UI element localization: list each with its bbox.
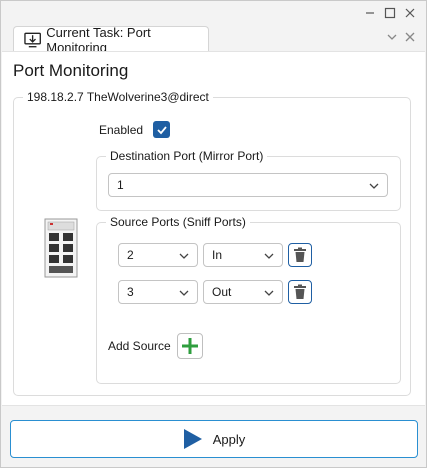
chevron-down-icon [369, 183, 379, 189]
tab-title: Current Task: Port Monitoring [46, 24, 151, 55]
plus-icon [181, 338, 198, 354]
device-group: 198.18.2.7 TheWolverine3@direct Enabled [13, 90, 411, 396]
source-ports-group: Source Ports (Sniff Ports) 2 In 3 Out Ad… [96, 215, 401, 384]
source-port-value: 2 [127, 248, 134, 262]
switch-device-image [44, 218, 78, 283]
chevron-down-icon [264, 290, 274, 296]
destination-port-value: 1 [117, 178, 124, 192]
add-source-button[interactable] [176, 333, 203, 359]
device-label: 198.18.2.7 TheWolverine3@direct [23, 90, 213, 104]
chevron-down-icon[interactable] [386, 31, 398, 43]
source-port-value: 3 [127, 285, 134, 299]
destination-port-legend: Destination Port (Mirror Port) [106, 149, 268, 163]
checkmark-icon [156, 125, 167, 134]
remove-source-button[interactable] [288, 243, 312, 267]
tab-current-task[interactable]: Current Task: Port Monitoring [13, 24, 209, 55]
trash-icon [294, 247, 306, 262]
apply-button[interactable]: Apply [10, 420, 418, 458]
app-window: Current Task: Port Monitoring Port Monit… [0, 0, 427, 468]
trash-icon [294, 284, 306, 299]
source-ports-legend: Source Ports (Sniff Ports) [106, 215, 250, 229]
chevron-down-icon [179, 253, 189, 259]
play-icon [183, 429, 202, 449]
enabled-label: Enabled [99, 122, 144, 137]
task-content: Port Monitoring 198.18.2.7 TheWolverine3… [2, 51, 425, 406]
source-direction-select[interactable]: In [203, 243, 283, 267]
monitor-download-icon [24, 32, 41, 47]
destination-port-group: Destination Port (Mirror Port) 1 [96, 149, 401, 211]
source-direction-value: In [212, 248, 223, 262]
maximize-icon[interactable] [382, 5, 398, 21]
add-source-row: Add Source [108, 333, 203, 359]
enabled-row: Enabled [99, 121, 171, 138]
window-controls [362, 5, 418, 21]
enabled-checkbox[interactable] [153, 121, 171, 138]
add-source-label: Add Source [108, 339, 171, 353]
minimize-icon[interactable] [362, 5, 378, 21]
close-window-icon[interactable] [402, 5, 418, 21]
destination-port-select[interactable]: 1 [108, 173, 388, 197]
page-title: Port Monitoring [13, 61, 129, 80]
source-port-select[interactable]: 2 [118, 243, 198, 267]
apply-label: Apply [212, 431, 246, 447]
tab-actions [386, 31, 416, 43]
chevron-down-icon [179, 290, 189, 296]
source-port-select[interactable]: 3 [118, 280, 198, 304]
source-direction-value: Out [212, 285, 232, 299]
remove-source-button[interactable] [288, 280, 312, 304]
close-tab-icon[interactable] [404, 31, 416, 43]
chevron-down-icon [264, 253, 274, 259]
source-direction-select[interactable]: Out [203, 280, 283, 304]
